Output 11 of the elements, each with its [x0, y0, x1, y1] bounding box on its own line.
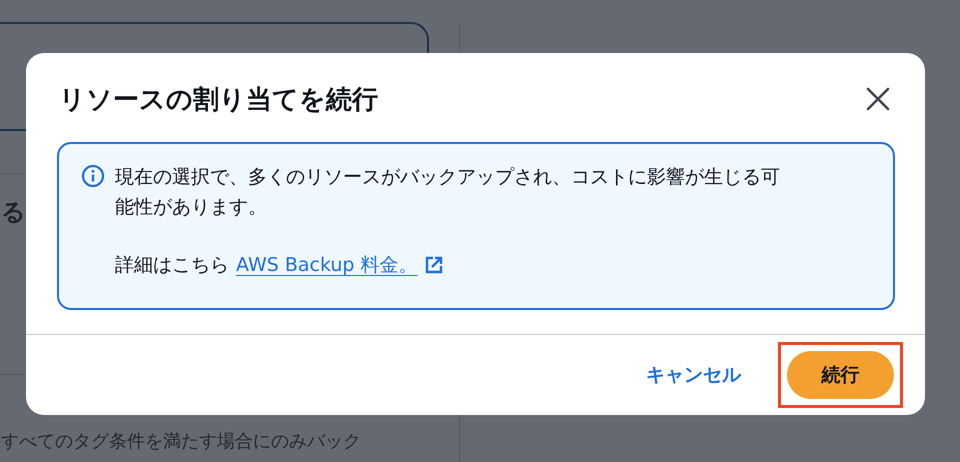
section-heading: る	[1, 197, 26, 228]
continue-button[interactable]: 続行	[787, 351, 894, 399]
alert-message: 現在の選択で、多くのリソースがバックアップされ、コストに影響が生じる可能性があります。	[115, 165, 780, 220]
dialog-title: リソースの割り当てを続行	[59, 84, 378, 116]
details-label: 詳細はこちら	[115, 253, 229, 278]
condition-text: すべてのタグ条件を満たす場合にのみバック	[1, 430, 361, 453]
close-icon[interactable]	[865, 86, 891, 112]
pricing-link[interactable]: AWS Backup 料金。	[236, 250, 418, 280]
info-icon	[81, 164, 105, 188]
external-link-icon[interactable]	[424, 256, 443, 274]
cancel-button[interactable]: キャンセル	[642, 358, 745, 392]
